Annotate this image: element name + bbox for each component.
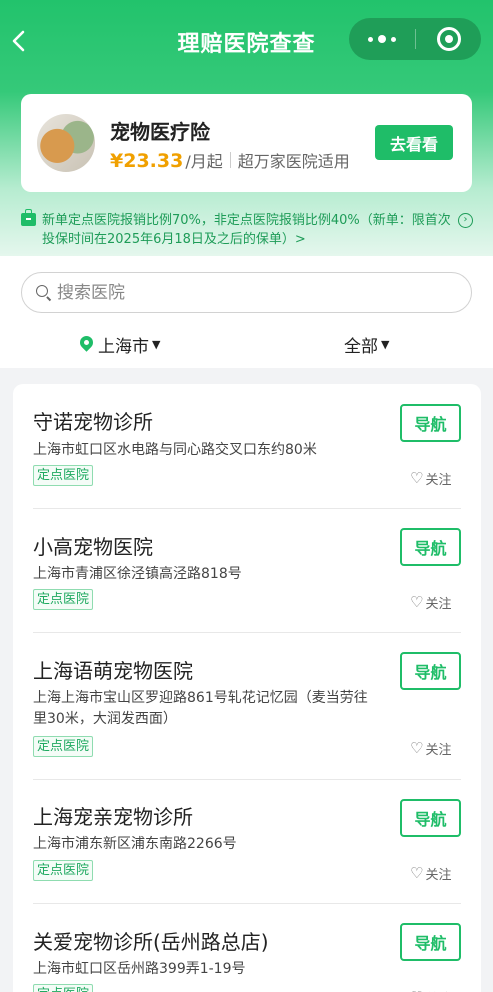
follow-label: 关注 [425,473,452,488]
search-input[interactable] [57,282,437,303]
designated-hospital-tag: 定点医院 [33,465,94,486]
insurance-name: 宠物医疗险 [110,120,210,144]
bag-icon [21,209,36,226]
nav-bar: 理赔医院查查 [0,0,493,84]
follow-button[interactable]: ♡ 关注 [410,469,452,489]
navigate-button[interactable]: 导航 [400,528,461,566]
pet-avatar [37,114,95,172]
item-divider [33,903,461,904]
hospital-address: 上海市浦东新区浦东南路2266号 [33,836,237,852]
navigate-button[interactable]: 导航 [400,799,461,837]
designated-hospital-tag: 定点医院 [33,589,94,610]
location-pin-icon [80,336,93,353]
category-filter-label: 全部 [344,337,378,357]
caret-down-icon: ▼ [381,338,390,351]
follow-button[interactable]: ♡ 关注 [410,864,452,884]
hospital-name: 小高宠物医院 [33,535,153,559]
city-filter[interactable]: 上海市 ▼ [80,332,160,357]
hospital-name: 上海宠亲宠物诊所 [33,805,193,829]
notice-text: 新单定点医院报销比例70%，非定点医院报销比例40%（新单：限首次投保时间在20… [42,213,451,247]
navigate-button[interactable]: 导航 [400,404,461,442]
more-dots-icon [368,36,373,42]
search-box[interactable] [21,272,472,313]
heart-outline-icon: ♡ [410,593,424,611]
heart-outline-icon: ♡ [410,469,424,487]
navigate-button[interactable]: 导航 [400,923,461,961]
price-separator [229,152,231,168]
insurance-price-unit: /月起 [185,152,223,171]
insurance-price: ¥23.33 [110,150,184,172]
follow-button[interactable]: ♡ 关注 [410,593,452,613]
follow-button[interactable]: ♡ 关注 [410,988,451,992]
caret-down-icon: ▼ [152,338,161,351]
item-divider [33,508,461,509]
designated-hospital-tag: 定点医院 [33,860,94,881]
target-circle-icon [436,27,461,51]
more-button[interactable] [349,18,415,60]
heart-outline-icon: ♡ [410,739,424,757]
hospital-address: 上海市青浦区徐泾镇高泾路818号 [33,566,242,582]
follow-label: 关注 [425,988,451,992]
hospital-address: 上海市虹口区岳州路399弄1-19号 [33,961,246,977]
hospital-list: 守诺宠物诊所 上海市虹口区水电路与同心路交叉口东约80米 定点医院 导航 ♡ 关… [13,384,481,992]
item-divider [33,632,461,633]
insurance-desc: 超万家医院适用 [237,152,350,171]
reimbursement-notice[interactable]: 新单定点医院报销比例70%，非定点医院报销比例40%（新单：限首次投保时间在20… [21,209,473,251]
follow-button[interactable]: ♡ 关注 [410,739,452,759]
item-divider [33,779,461,780]
navigate-button[interactable]: 导航 [400,652,461,690]
follow-label: 关注 [425,743,452,758]
heart-outline-icon: ♡ [410,864,424,882]
go-see-button[interactable]: 去看看 [375,125,453,160]
search-filter-area: 上海市 ▼ 全部 ▼ [0,256,493,368]
follow-label: 关注 [425,597,452,612]
chevron-right-circle-icon: › [458,213,473,228]
hospital-name: 关爱宠物诊所(岳州路总店) [33,930,269,954]
hospital-name: 守诺宠物诊所 [33,410,153,434]
mini-program-capsule [349,18,481,60]
designated-hospital-tag: 定点医院 [33,984,94,992]
city-filter-label: 上海市 [98,337,149,357]
designated-hospital-tag: 定点医院 [33,736,94,757]
follow-label: 关注 [425,868,452,883]
close-miniprogram-button[interactable] [416,18,481,60]
hospital-address: 上海上海市宝山区罗迎路861号轧花记忆园（麦当劳往里30米，大润发西面） [33,690,368,727]
search-icon [36,284,52,301]
insurance-card[interactable]: 宠物医疗险 ¥23.33 /月起 超万家医院适用 去看看 [21,94,472,192]
hospital-name: 上海语萌宠物医院 [33,659,193,683]
insurance-price-row: ¥23.33 /月起 超万家医院适用 [110,148,350,172]
hospital-address: 上海市虹口区水电路与同心路交叉口东约80米 [33,442,317,458]
category-filter[interactable]: 全部 ▼ [344,332,389,357]
